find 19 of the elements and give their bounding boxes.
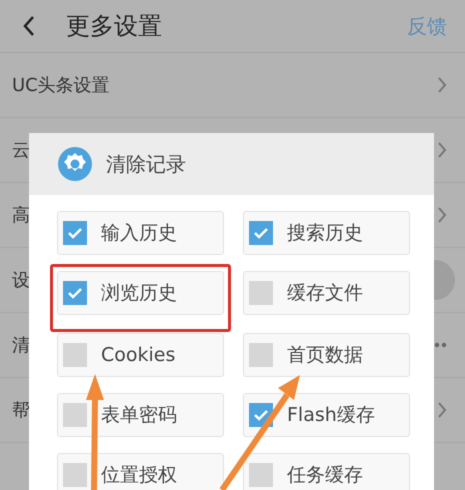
page-title: 更多设置 [66,11,163,42]
row-label: UC头条设置 [12,74,110,97]
dialog-title: 清除记录 [106,150,186,178]
option-toggle[interactable]: 缓存文件 [243,271,410,315]
row-label: 云 [12,139,30,162]
option-toggle[interactable]: 任务缓存 [243,453,410,490]
option-toggle[interactable]: 输入历史 [57,211,224,255]
option-toggle[interactable]: Flash缓存 [243,393,410,437]
row-label: 帮 [12,399,30,422]
row-label: 清 [12,334,30,357]
row-label: 设 [12,269,30,292]
row-label: 高 [12,204,30,227]
settings-row[interactable]: UC头条设置 [0,53,465,118]
option-toggle[interactable]: 表单密码 [57,393,224,437]
option-toggle[interactable]: Cookies [57,333,224,377]
option-toggle[interactable]: 浏览历史 [57,271,224,315]
option-toggle[interactable]: 位置授权 [57,453,224,490]
option-toggle[interactable]: 首页数据 [243,333,410,377]
option-toggle[interactable]: 搜索历史 [243,211,410,255]
